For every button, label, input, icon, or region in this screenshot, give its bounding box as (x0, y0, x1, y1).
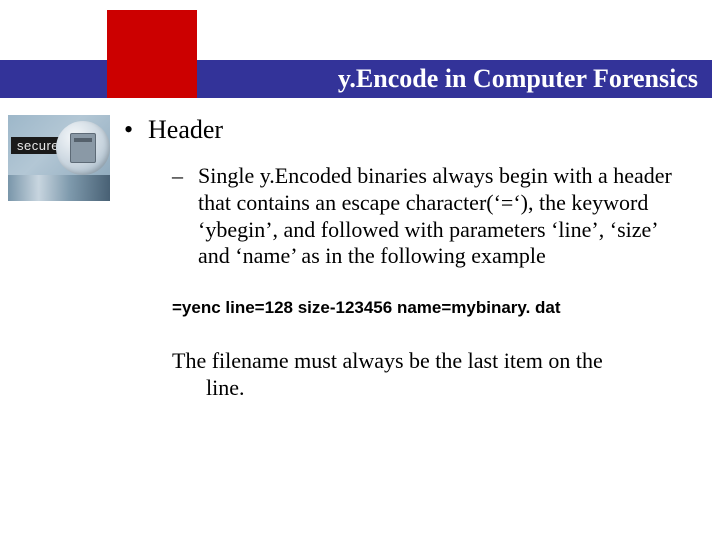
trailing-line-1: The filename must always be the last ite… (172, 348, 684, 375)
keypad-icon (70, 133, 96, 163)
code-example: =yenc line=128 size-123456 name=mybinary… (118, 298, 684, 318)
slide-content: Header Single y.Encoded binaries always … (118, 115, 684, 402)
secure-thumbnail: secure (8, 115, 110, 201)
secure-texture (8, 175, 110, 201)
bullet-header: Header (118, 115, 684, 145)
slide-title: y.Encode in Computer Forensics (338, 64, 698, 94)
trailing-line-2: line. (172, 375, 684, 402)
secure-circle-icon (56, 121, 110, 175)
trailing-note: The filename must always be the last ite… (118, 348, 684, 402)
bullet-description: Single y.Encoded binaries always begin w… (118, 163, 684, 270)
brand-red-square (107, 10, 197, 98)
